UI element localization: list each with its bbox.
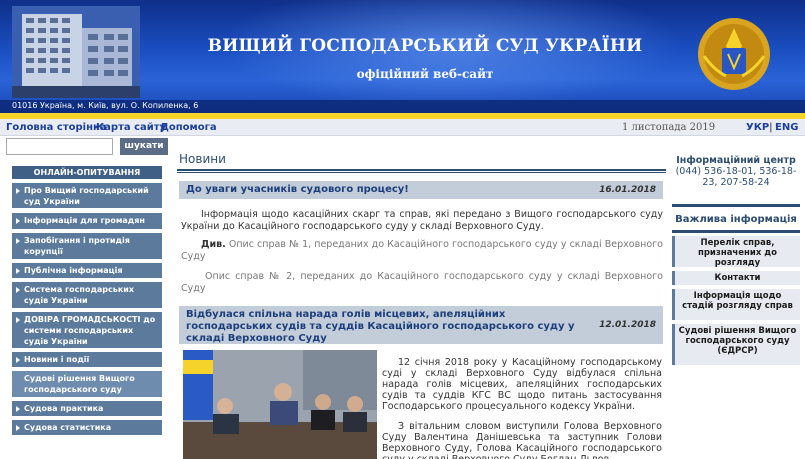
arrow-right-icon [16, 268, 20, 274]
nav-help-link[interactable]: Допомога [160, 122, 217, 133]
arrow-right-icon [16, 218, 20, 224]
news-link-1-text: Опис справ № 1, переданих до Касаційного… [181, 239, 663, 262]
sidebar-item-label: Судова статистика [24, 423, 112, 432]
news-date: 12.01.2018 [599, 320, 656, 330]
arrow-right-icon [16, 317, 20, 323]
search-button[interactable]: шукати [120, 138, 168, 155]
news-text: Інформація щодо касаційних скарг та спра… [181, 209, 663, 232]
sidebar-item-about[interactable]: Про Вищий господарський суд України [12, 183, 162, 209]
arrow-right-icon [16, 357, 20, 363]
info-center-phones: (044) 536-18-01, 536-18-23, 207-58-24 [675, 166, 797, 188]
lang-separator: | [769, 122, 773, 133]
sidebar-item-public-trust[interactable]: ДОВІРА ГРОМАДСЬКОСТІ до системи господар… [12, 312, 162, 349]
nav-sitemap-link[interactable]: Карта сайту [96, 122, 166, 133]
sidebar-item-label: Система господарських судів України [24, 285, 135, 305]
right-divider [672, 230, 800, 233]
sidebar-item-label: ДОВІРА ГРОМАДСЬКОСТІ до системи господар… [24, 315, 156, 346]
banner-glow [200, 0, 700, 113]
current-date: 1 листопада 2019 [622, 122, 716, 133]
site-subtitle: офіційний веб-сайт [356, 67, 494, 81]
arrow-right-icon [16, 406, 20, 412]
court-emblem-icon [698, 18, 770, 90]
lang-ukr-link[interactable]: УКР [746, 122, 769, 133]
online-poll-header[interactable]: ОНЛАЙН-ОПИТУВАННЯ [12, 166, 162, 179]
news-title-link[interactable]: Відбулася спільна нарада голів місцевих,… [186, 309, 576, 345]
sidebar-item-statistics[interactable]: Судова статистика [12, 420, 162, 436]
sidebar-item-label: Судова практика [24, 404, 104, 413]
section-divider [177, 169, 666, 173]
sidebar-item-public-info[interactable]: Публічна інформація [12, 263, 162, 279]
sidebar-item-label: Запобігання і протидія корупції [24, 236, 130, 256]
news-title-link[interactable]: До уваги учасників судового процесу! [186, 184, 409, 196]
news-header-2: Відбулася спільна нарада голів місцевих,… [179, 306, 663, 344]
arrow-right-icon [16, 188, 20, 194]
nav-home-link[interactable]: Головна сторінка [6, 122, 107, 133]
news-date: 16.01.2018 [599, 185, 656, 195]
cases-schedule-link[interactable]: Перелік справ, призначених до розгляду [672, 236, 800, 268]
court-decisions-registry-link[interactable]: Судові рішення Вищого господарського суд… [672, 324, 800, 365]
arrow-right-icon [16, 425, 20, 431]
contacts-link[interactable]: Контакти [672, 271, 800, 285]
court-building-image [12, 6, 140, 98]
search-input[interactable] [6, 138, 113, 155]
see-label: Див. [201, 239, 226, 250]
news-header-1: До уваги учасників судового процесу! 16.… [179, 181, 663, 199]
site-title: ВИЩИЙ ГОСПОДАРСЬКИЙ СУД УКРАЇНИ [207, 36, 643, 56]
sidebar-item-decisions[interactable]: Судові рішення Вищого господарського суд… [12, 371, 162, 398]
sidebar-item-anticorruption[interactable]: Запобігання і протидія корупції [12, 233, 162, 260]
right-divider [672, 204, 800, 207]
info-center-title: Інформаційний центр [676, 155, 796, 166]
arrow-right-icon [16, 287, 20, 293]
sidebar-item-label: Інформація для громадян [24, 216, 145, 225]
top-nav: Головна сторінка Карта сайту Допомога 1 … [0, 119, 805, 136]
news-photo [183, 350, 377, 459]
sidebar-item-news[interactable]: Новини і події [12, 352, 162, 368]
important-info-title: Важлива інформація [675, 214, 797, 225]
news-link-2[interactable]: Опис справ № 2, переданих до Касаційного… [181, 271, 663, 294]
news-link-1[interactable]: Див. Опис справ № 1, переданих до Касаці… [181, 239, 663, 262]
news-text: З вітальним словом виступили Голова Верх… [382, 421, 662, 459]
sidebar-item-label: Судові рішення Вищого господарського суд… [24, 374, 135, 394]
sidebar-item-practice[interactable]: Судова практика [12, 401, 162, 417]
section-title: Новини [179, 152, 226, 166]
case-stages-link[interactable]: Інформація щодо стадій розгляду справ [672, 289, 800, 320]
sidebar-item-label: Публічна інформація [24, 266, 123, 275]
sidebar-item-label: Новини і події [24, 355, 90, 364]
sidebar-item-citizens[interactable]: Інформація для громадян [12, 213, 162, 230]
lang-eng-link[interactable]: ENG [775, 122, 798, 133]
header-banner: ВИЩИЙ ГОСПОДАРСЬКИЙ СУД УКРАЇНИ офіційни… [0, 0, 805, 113]
sidebar-item-court-system[interactable]: Система господарських судів України [12, 282, 162, 309]
arrow-right-icon [16, 238, 20, 244]
news-text: 12 січня 2018 року у Касаційному господа… [382, 357, 662, 412]
address-text: 01016 Україна, м. Київ, вул. О. Копиленк… [12, 101, 199, 110]
sidebar-item-label: Про Вищий господарський суд України [24, 186, 149, 206]
